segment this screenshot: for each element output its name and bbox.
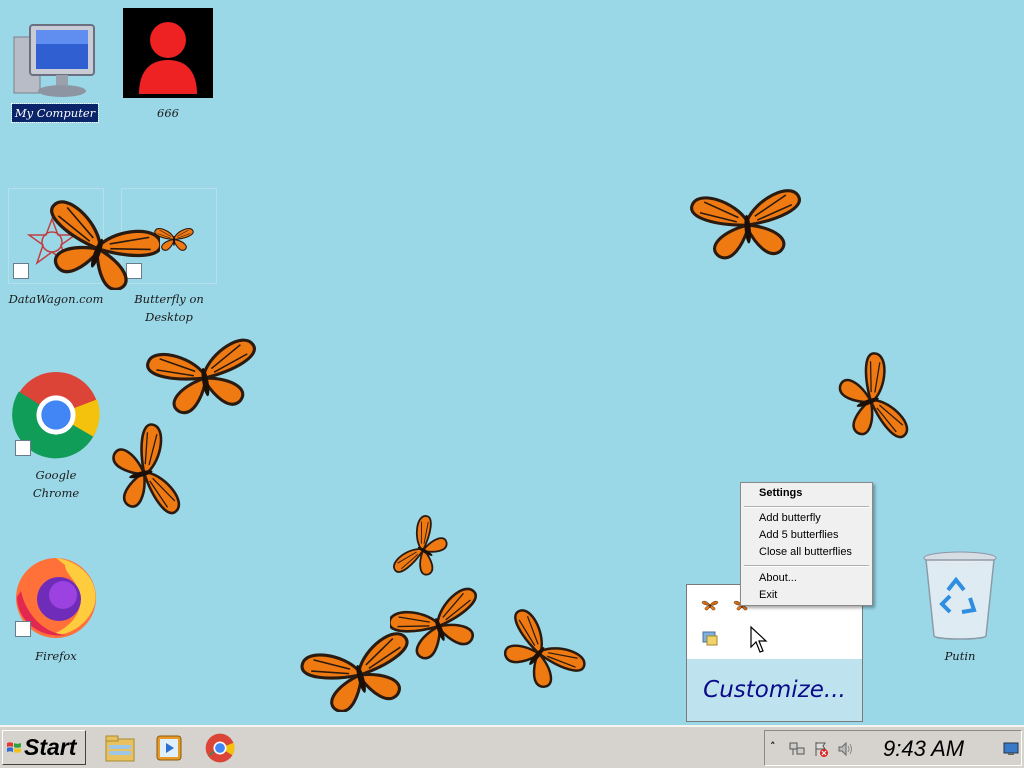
show-desktop-icon[interactable]	[1003, 742, 1019, 756]
action-center-icon[interactable]	[813, 741, 829, 757]
tray-expand-chevron-icon[interactable]: ˄	[770, 740, 776, 753]
notification-area: ˄ 9:43 AM	[764, 730, 1022, 766]
icon-label: Putin	[944, 649, 976, 663]
menu-separator	[744, 565, 869, 567]
clock[interactable]: 9:43 AM	[883, 736, 964, 762]
desktop-icon-recycle-bin[interactable]: Putin	[912, 551, 1008, 665]
desktop-icon-google-chrome[interactable]: Google Chrome	[8, 370, 104, 502]
shortcut-arrow-icon	[13, 263, 29, 279]
butterfly-sprite[interactable]	[40, 200, 160, 290]
butterfly-sprite[interactable]	[388, 510, 454, 588]
menu-item-add-butterfly[interactable]: Add butterfly	[759, 510, 821, 527]
start-button[interactable]: Start	[2, 730, 86, 765]
butterfly-sprite[interactable]	[688, 180, 806, 262]
shortcut-arrow-icon	[15, 621, 31, 637]
butterfly-sprite[interactable]	[496, 596, 586, 706]
icon-label: Google Chrome	[32, 468, 80, 500]
butterfly-sprite[interactable]	[145, 333, 263, 415]
butterfly-tray-icon[interactable]	[701, 599, 719, 611]
icon-label: Butterfly on Desktop	[134, 292, 204, 324]
icon-label: DataWagon.com	[8, 292, 104, 306]
menu-item-settings[interactable]: Settings	[759, 485, 802, 502]
mouse-cursor-icon	[750, 625, 768, 653]
chrome-icon	[11, 370, 101, 460]
explorer-icon[interactable]	[103, 731, 137, 765]
icon-label: 666	[157, 106, 179, 120]
windows-logo-icon	[7, 741, 21, 753]
media-player-icon[interactable]	[152, 731, 186, 765]
desktop-icon-my-computer[interactable]: My Computer	[7, 8, 103, 123]
menu-separator	[744, 506, 869, 508]
desktop-icon-666[interactable]: 666	[120, 8, 216, 122]
network-icon[interactable]	[789, 741, 805, 757]
menu-item-about[interactable]: About...	[759, 570, 797, 587]
menu-item-close-all-butterflies[interactable]: Close all butterflies	[759, 544, 852, 561]
butterfly-sprite[interactable]	[828, 345, 920, 455]
customize-button[interactable]: Customize...	[687, 659, 862, 721]
recycle-bin-icon	[915, 551, 1005, 641]
icon-label: Firefox	[35, 649, 77, 663]
start-label: Start	[24, 734, 77, 760]
taskbar: Start ˄ 9:43 AM	[0, 725, 1024, 768]
chrome-icon[interactable]	[203, 731, 237, 765]
menu-item-exit[interactable]: Exit	[759, 587, 777, 604]
menu-item-add-5-butterflies[interactable]: Add 5 butterflies	[759, 527, 839, 544]
butterfly-sprite[interactable]	[100, 420, 195, 525]
firefox-icon	[11, 551, 101, 641]
customize-label: Customize...	[703, 677, 846, 703]
computer-icon	[10, 8, 100, 98]
icon-label: My Computer	[10, 103, 100, 123]
butterfly-context-menu: Settings Add butterfly Add 5 butterflies…	[740, 482, 873, 606]
desktop[interactable]: My Computer 666 DataWagon.com Butterfly …	[0, 0, 1024, 725]
shortcut-arrow-icon	[15, 440, 31, 456]
butterfly-sprite[interactable]	[300, 630, 418, 712]
user-avatar-icon	[123, 8, 213, 98]
desktop-icon-firefox[interactable]: Firefox	[8, 551, 104, 665]
volume-icon[interactable]	[837, 741, 853, 757]
app-tray-icon[interactable]	[701, 629, 719, 647]
